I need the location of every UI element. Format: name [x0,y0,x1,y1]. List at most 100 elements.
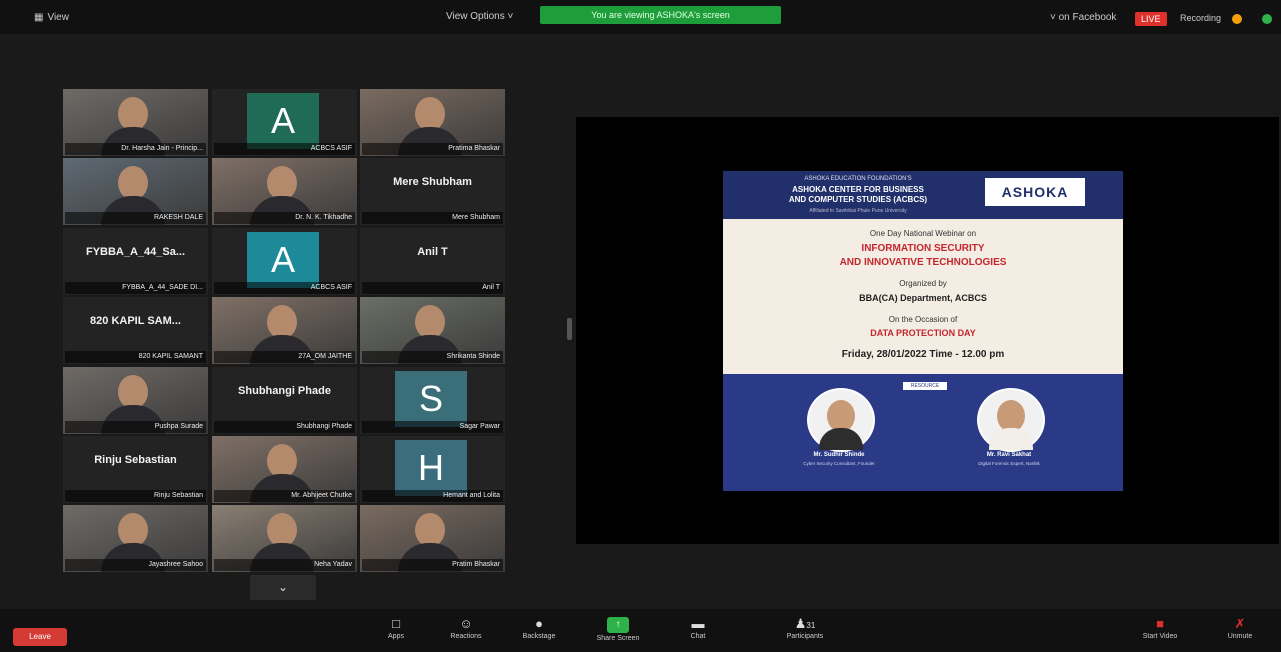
participant-name-label: Jayashree Sahoo [65,559,206,571]
slide-center-line1: ASHOKA CENTER FOR BUSINESS [792,185,924,194]
speaker2-photo [977,388,1045,452]
participant-name-label: 820 KAPIL SAMANT [65,351,206,363]
participant-name-label: Sagar Pawar [362,421,503,433]
share-screen-button[interactable]: ↑ Share Screen [583,617,653,642]
unmute-button[interactable]: ✗ Unmute [1205,616,1275,641]
participant-name-label: Shubhangi Phade [214,421,355,433]
apps-label: Apps [388,633,404,640]
participant-display-name: 820 KAPIL SAM... [90,315,181,327]
slide-affiliation: Affiliated to Savitribai Phule Pune Univ… [809,208,907,214]
participant-tile[interactable]: Rinju Sebastian Rinju Sebastian [63,436,208,503]
slide-department: BBA(CA) Department, ACBCS [859,293,987,303]
participant-tile[interactable]: RAKESH DALE [63,158,208,225]
slide-header: ASHOKA EDUCATION FOUNDATION'S ASHOKA CEN… [723,171,1123,219]
backstage-button[interactable]: ● Backstage [504,616,574,641]
participant-tile[interactable]: Shrikanta Shinde [360,297,505,364]
speaker1-role: Cyber Security Consultant, Founder [803,461,875,466]
participant-name-label: RAKESH DALE [65,212,206,224]
participant-tile[interactable]: Shubhangi Phade Shubhangi Phade [212,367,357,434]
backstage-icon: ● [535,616,543,631]
reactions-label: Reactions [450,633,482,640]
reactions-button[interactable]: ☺ Reactions [431,616,501,641]
participant-display-name: Mere Shubham [393,176,472,188]
participant-initial-avatar: A [247,232,319,288]
participant-tile[interactable]: A ACBCS ASIF [212,89,357,156]
speaker1-photo [807,388,875,452]
slide-date-time: Friday, 28/01/2022 Time - 12.00 pm [841,349,1005,360]
participant-display-name: Anil T [417,246,448,258]
participant-name-label: Anil T [362,282,503,294]
participants-icon: ♟31 [794,616,816,631]
recording-indicator[interactable]: Recording [1180,13,1221,23]
participant-name-label: ACBCS ASIF [214,282,355,294]
participant-tile[interactable]: Pratima Bhaskar [360,89,505,156]
participants-count: 31 [806,621,816,630]
participant-tile[interactable]: 820 KAPIL SAM... 820 KAPIL SAMANT [63,297,208,364]
split-view-resize-handle[interactable] [567,318,572,340]
participants-button[interactable]: ♟31 Participants [770,616,840,641]
participant-name-label: Mr. Abhijeet Chutke [214,490,355,502]
slide-topic-line1: INFORMATION SECURITY [861,243,985,254]
slide-occasion: On the Occasion of [888,315,958,324]
participant-initial-avatar: S [395,371,467,427]
participant-display-name: Shubhangi Phade [238,385,331,397]
participant-tile[interactable]: H Hemant and Lolita [360,436,505,503]
mic-muted-icon: ✗ [1234,616,1246,631]
slide-center-line2: AND COMPUTER STUDIES (ACBCS) [788,195,928,204]
viewing-screen-banner: You are viewing ASHOKA's screen [540,6,781,24]
participant-tile[interactable]: Neha Yadav [212,505,357,572]
participant-name-label: Shrikanta Shinde [362,351,503,363]
participant-gallery: Dr. Harsha Jain - Princip... A ACBCS ASIF P… [63,89,507,572]
participant-display-name: FYBBA_A_44_Sa... [85,246,186,258]
participant-tile[interactable]: Dr. Harsha Jain - Princip... [63,89,208,156]
participant-name-label: Rinju Sebastian [65,490,206,502]
view-options-dropdown[interactable]: View Options ˅ [446,11,513,22]
reactions-icon: ☺ [459,616,473,631]
participant-tile[interactable]: Pratim Bhaskar [360,505,505,572]
participant-name-label: Hemant and Lolita [362,490,503,502]
chat-label: Chat [690,633,706,640]
chat-button[interactable]: ▬ Chat [663,616,733,641]
participant-display-name: Rinju Sebastian [94,454,177,466]
slide-org-line: ASHOKA EDUCATION FOUNDATION'S [804,176,912,182]
participant-name-label: Pratim Bhaskar [362,559,503,571]
view-button[interactable]: ▦ View [34,12,69,23]
participant-name-label: Pratima Bhaskar [362,143,503,155]
share-screen-icon: ↑ [607,617,629,633]
leave-button[interactable]: Leave [13,628,67,646]
slide-occasion-day: DATA PROTECTION DAY [870,328,976,338]
participant-name-label: ACBCS ASIF [214,143,355,155]
participant-tile[interactable]: Anil T Anil T [360,228,505,295]
participant-tile[interactable]: Pushpa Surade [63,367,208,434]
start-video-label: Start Video [1142,633,1178,640]
live-on-dropdown[interactable]: ˅ on Facebook [1050,12,1116,23]
view-label: View [47,12,69,23]
participant-tile[interactable]: FYBBA_A_44_Sa... FYBBA_A_44_SADE DI... [63,228,208,295]
participant-name-label: FYBBA_A_44_SADE DI... [65,282,206,294]
participant-tile[interactable]: 27A_OM JAITHE [212,297,357,364]
speaker2-role: Digital Forensic Expert, Nashik [978,461,1040,466]
security-shield-icon[interactable] [1262,14,1272,24]
participant-name-label: Neha Yadav [214,559,355,571]
chat-icon: ▬ [691,616,705,631]
ashoka-logo: ASHOKA [985,178,1085,206]
video-off-icon: ■ [1156,616,1164,631]
participant-tile[interactable]: Mr. Abhijeet Chutke [212,436,357,503]
slide-topic-line2: AND INNOVATIVE TECHNOLOGIES [839,257,1007,268]
participants-label: Participants [786,633,824,640]
start-video-button[interactable]: ■ Start Video [1125,616,1195,641]
participant-tile[interactable]: Mere Shubham Mere Shubham [360,158,505,225]
gallery-scroll-down-button[interactable]: ⌄ [250,575,316,600]
speaker1-name: Mr. Sudhir Shinde [813,452,865,458]
live-badge[interactable]: LIVE [1135,12,1167,26]
share-screen-label: Share Screen [596,635,640,642]
participant-name-label: Pushpa Surade [65,421,206,433]
participant-tile[interactable]: A ACBCS ASIF [212,228,357,295]
backstage-label: Backstage [522,633,556,640]
shared-slide-poster: ASHOKA EDUCATION FOUNDATION'S ASHOKA CEN… [723,171,1123,491]
participant-tile[interactable]: Dr. N. K. Tikhadhe [212,158,357,225]
participant-initial-avatar: A [247,93,319,149]
participant-tile[interactable]: S Sagar Pawar [360,367,505,434]
participant-tile[interactable]: Jayashree Sahoo [63,505,208,572]
apps-button[interactable]: □ Apps [361,617,431,641]
